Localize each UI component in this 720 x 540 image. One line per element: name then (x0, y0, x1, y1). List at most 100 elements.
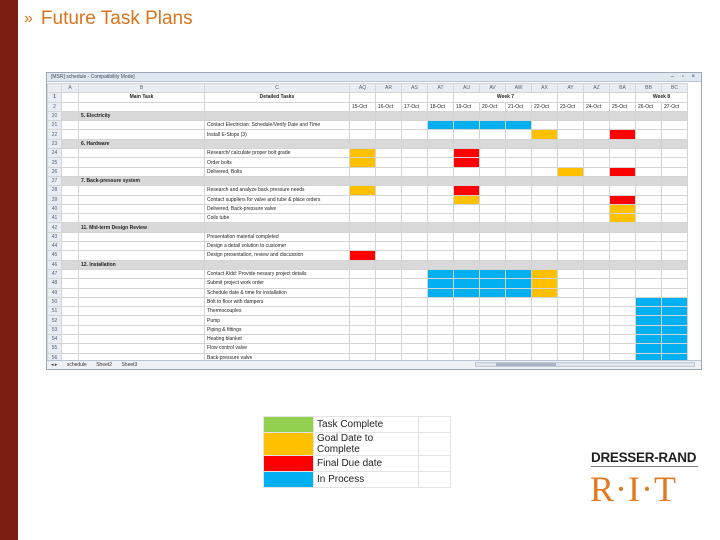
table-cell[interactable] (557, 222, 584, 233)
table-cell[interactable] (479, 250, 506, 261)
main-task-cell[interactable] (78, 250, 205, 261)
table-cell[interactable] (661, 287, 688, 298)
table-cell[interactable] (453, 306, 480, 317)
status-cell-blue[interactable] (453, 287, 480, 298)
status-cell-blue[interactable] (427, 287, 454, 298)
status-cell-blue[interactable] (427, 120, 454, 131)
table-cell[interactable] (557, 129, 584, 140)
detailed-task-cell[interactable] (204, 138, 350, 150)
table-cell[interactable] (401, 343, 428, 354)
table-cell[interactable] (204, 101, 350, 112)
table-cell[interactable] (505, 213, 532, 224)
table-cell[interactable] (375, 129, 402, 140)
table-cell[interactable] (531, 175, 558, 187)
table-cell[interactable] (479, 203, 506, 215)
status-cell-blue[interactable] (453, 268, 480, 280)
detailed-task-cell[interactable]: Contact suppliers for valve and tube & p… (204, 194, 350, 205)
table-cell[interactable] (61, 129, 79, 140)
main-task-cell[interactable] (78, 194, 205, 205)
table-cell[interactable] (61, 231, 79, 243)
table-cell[interactable] (427, 166, 454, 177)
status-cell-yellow[interactable] (349, 185, 376, 196)
table-cell[interactable] (375, 203, 402, 215)
table-cell[interactable] (427, 241, 454, 252)
table-cell[interactable] (661, 120, 688, 131)
column-header[interactable]: AW (505, 82, 532, 94)
table-cell[interactable] (61, 110, 79, 122)
status-cell-yellow[interactable] (531, 287, 558, 298)
table-cell[interactable] (609, 138, 636, 150)
table-cell[interactable] (401, 306, 428, 317)
table-cell[interactable] (401, 175, 428, 187)
table-cell[interactable] (609, 268, 636, 280)
table-cell[interactable] (531, 185, 558, 196)
table-cell[interactable] (505, 306, 532, 317)
table-cell[interactable] (375, 241, 402, 252)
table-cell[interactable] (61, 138, 79, 150)
table-cell[interactable] (375, 110, 402, 122)
detailed-task-cell[interactable]: Thermocouples (204, 306, 350, 317)
table-cell[interactable] (401, 222, 428, 233)
table-cell[interactable] (661, 231, 688, 243)
table-cell[interactable] (427, 315, 454, 326)
table-cell[interactable] (349, 343, 376, 354)
table-cell[interactable] (401, 324, 428, 336)
table-cell[interactable] (531, 296, 558, 308)
main-task-cell[interactable] (78, 203, 205, 215)
table-cell[interactable] (635, 194, 662, 205)
table-cell[interactable] (583, 157, 610, 168)
status-cell-blue[interactable] (661, 296, 688, 308)
detailed-task-cell[interactable]: Flow control valve (204, 343, 350, 354)
table-cell[interactable] (401, 166, 428, 177)
column-header[interactable]: AX (531, 82, 558, 94)
table-cell[interactable] (635, 129, 662, 140)
column-header[interactable]: AV (479, 82, 506, 94)
table-cell[interactable] (401, 120, 428, 131)
table-cell[interactable] (635, 138, 662, 150)
table-cell[interactable] (427, 129, 454, 140)
row-number[interactable]: 55 (47, 343, 62, 354)
table-cell[interactable] (661, 213, 688, 224)
table-cell[interactable] (427, 92, 454, 103)
table-cell[interactable] (61, 241, 79, 252)
table-cell[interactable] (505, 166, 532, 177)
table-cell[interactable] (375, 185, 402, 196)
row-number[interactable]: 42 (47, 222, 62, 233)
table-cell[interactable] (427, 213, 454, 224)
table-cell[interactable] (635, 268, 662, 280)
table-cell[interactable] (427, 259, 454, 270)
table-cell[interactable] (557, 120, 584, 131)
table-cell[interactable] (531, 138, 558, 150)
table-cell[interactable] (401, 129, 428, 140)
status-cell-red[interactable] (453, 157, 480, 168)
table-cell[interactable] (349, 203, 376, 215)
main-task-cell[interactable] (78, 231, 205, 243)
row-number[interactable]: 44 (47, 241, 62, 252)
horizontal-scrollbar[interactable] (475, 362, 695, 367)
detailed-task-cell[interactable]: Bolt to floor with dampers (204, 296, 350, 308)
table-cell[interactable] (531, 306, 558, 317)
table-cell[interactable] (349, 138, 376, 150)
table-cell[interactable] (609, 175, 636, 187)
table-cell[interactable] (401, 138, 428, 150)
table-cell[interactable] (401, 259, 428, 270)
table-cell[interactable] (531, 241, 558, 252)
table-cell[interactable] (349, 259, 376, 270)
column-header[interactable]: AT (427, 82, 454, 94)
table-cell[interactable] (349, 278, 376, 289)
table-cell[interactable] (479, 222, 506, 233)
table-cell[interactable] (401, 110, 428, 122)
table-cell[interactable] (61, 250, 79, 261)
table-cell[interactable] (61, 175, 79, 187)
table-cell[interactable] (635, 120, 662, 131)
row-number[interactable]: 53 (47, 324, 62, 336)
table-cell[interactable] (349, 333, 376, 345)
table-cell[interactable] (375, 259, 402, 270)
table-cell[interactable] (479, 324, 506, 336)
table-cell[interactable] (661, 259, 688, 270)
table-cell[interactable] (505, 343, 532, 354)
table-cell[interactable] (61, 268, 79, 280)
table-cell[interactable] (635, 203, 662, 215)
table-cell[interactable] (609, 259, 636, 270)
table-cell[interactable] (505, 231, 532, 243)
